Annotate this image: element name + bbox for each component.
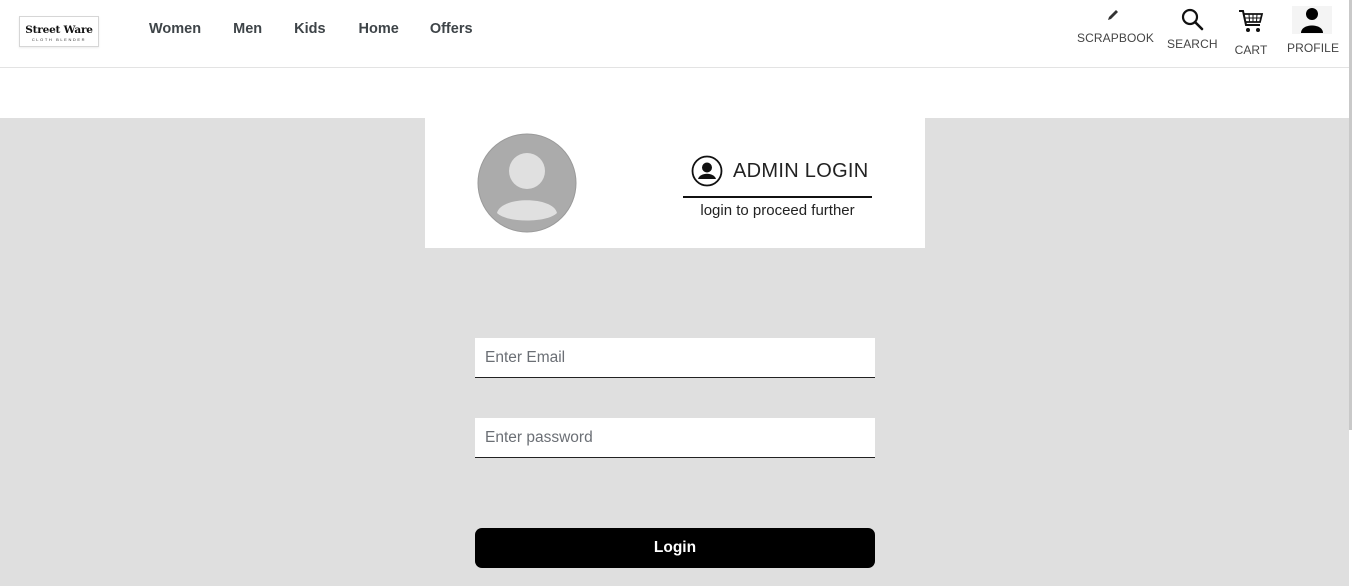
admin-login-heading: ADMIN LOGIN <box>691 155 869 187</box>
user-circle-icon <box>691 155 723 187</box>
user-icon <box>1301 8 1323 33</box>
nav-item-kids[interactable]: Kids <box>294 21 325 37</box>
cart-label: CART <box>1234 43 1268 57</box>
profile-label: PROFILE <box>1287 41 1340 55</box>
nav-item-home[interactable]: Home <box>359 21 399 37</box>
nav-item-offers[interactable]: Offers <box>430 21 473 37</box>
site-header: Street Ware CLOTH BLENDER Women Men Kids… <box>0 0 1349 68</box>
login-button[interactable]: Login <box>475 528 875 568</box>
email-input[interactable] <box>475 338 875 378</box>
heading-divider <box>683 196 872 198</box>
search-label: SEARCH <box>1167 37 1218 51</box>
profile-button[interactable]: PROFILE <box>1287 6 1340 55</box>
search-button[interactable]: SEARCH <box>1167 7 1218 51</box>
pencil-icon <box>1108 10 1118 20</box>
brand-tagline: CLOTH BLENDER <box>31 37 87 42</box>
nav-item-men[interactable]: Men <box>233 21 262 37</box>
brand-name: Street Ware <box>25 24 93 36</box>
password-input[interactable] <box>475 418 875 458</box>
search-icon <box>1181 8 1204 31</box>
scrapbook-button[interactable]: SCRAPBOOK <box>1077 8 1154 45</box>
page: Street Ware CLOTH BLENDER Women Men Kids… <box>0 0 1352 586</box>
avatar-placeholder-icon <box>477 133 577 233</box>
login-card: ADMIN LOGIN login to proceed further <box>425 118 925 248</box>
admin-login-title: ADMIN LOGIN <box>733 159 869 182</box>
scrapbook-label: SCRAPBOOK <box>1077 31 1154 45</box>
cart-button[interactable]: CART <box>1233 7 1269 57</box>
login-subtitle: login to proceed further <box>700 202 855 219</box>
brand-logo[interactable]: Street Ware CLOTH BLENDER <box>19 16 99 47</box>
login-section: ADMIN LOGIN login to proceed further Log… <box>0 118 1349 586</box>
cart-icon <box>1239 10 1264 32</box>
nav-item-women[interactable]: Women <box>149 21 201 37</box>
main-nav: Women Men Kids Home Offers <box>149 21 473 37</box>
profile-icon-box <box>1292 6 1332 34</box>
